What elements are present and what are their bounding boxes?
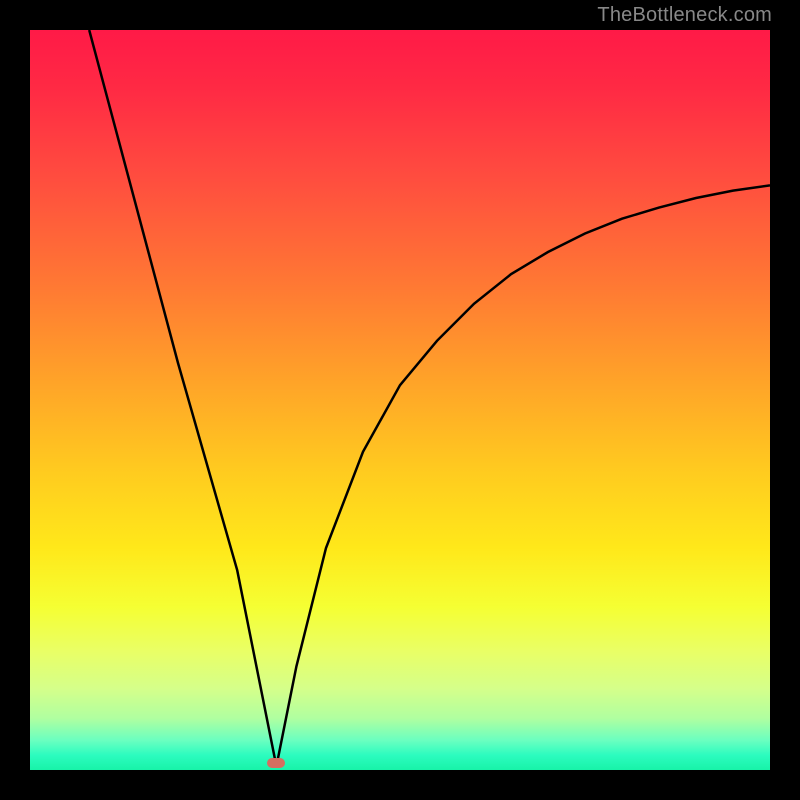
chart-container: TheBottleneck.com [0, 0, 800, 800]
bottleneck-curve [89, 30, 770, 766]
curve-layer [30, 30, 770, 770]
watermark-text: TheBottleneck.com [597, 4, 772, 27]
plot-area [30, 30, 770, 770]
highlight-marker [267, 758, 285, 768]
